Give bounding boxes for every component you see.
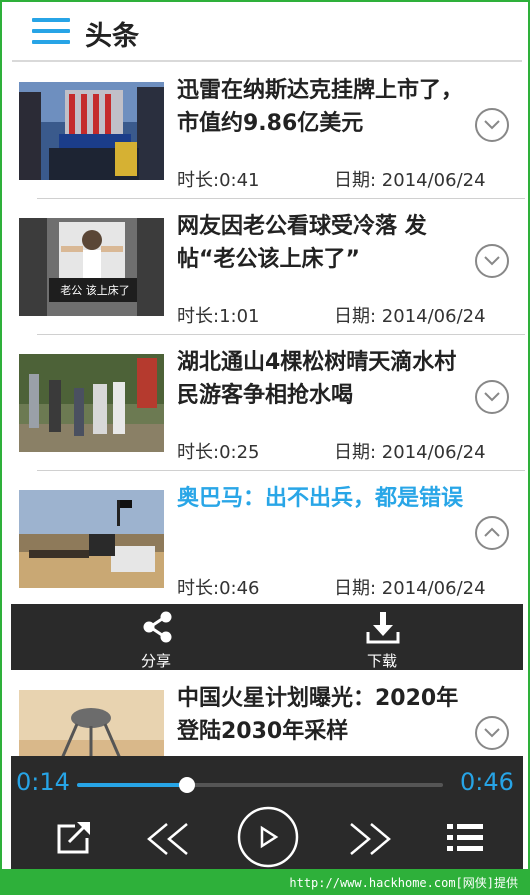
rewind-icon <box>147 823 188 855</box>
playlist-button[interactable] <box>445 822 485 858</box>
news-date: 日期: 2014/06/24 <box>334 442 486 463</box>
news-thumbnail[interactable] <box>19 82 164 180</box>
seek-handle[interactable] <box>178 777 195 793</box>
collapse-chevron-up-icon[interactable] <box>475 516 509 550</box>
download-label: 下载 <box>366 652 397 670</box>
hamburger-menu-icon[interactable] <box>32 18 70 44</box>
news-duration: 时长:1:01 <box>177 306 260 327</box>
news-thumbnail[interactable] <box>19 490 164 588</box>
seek-progress <box>77 783 187 787</box>
news-title[interactable]: 迅雷在纳斯达克挂牌上市了，市值约9.86亿美元 <box>177 74 472 140</box>
download-button[interactable]: 下载 <box>337 608 427 670</box>
news-thumbnail[interactable]: 老公 该上床了 <box>19 218 164 316</box>
news-duration: 时长:0:46 <box>177 578 260 599</box>
news-item[interactable]: 迅雷在纳斯达克挂牌上市了，市值约9.86亿美元 时长:0:41 日期: 2014… <box>2 62 528 192</box>
playlist-icon <box>447 824 483 851</box>
watermark-footer: http://www.hackhome.com[网侠]提供 <box>0 869 530 895</box>
top-bar: 头条 <box>2 2 528 60</box>
page-title: 头条 <box>85 21 139 52</box>
news-duration: 时长:0:25 <box>177 442 260 463</box>
news-duration: 时长:0:41 <box>177 170 260 191</box>
news-title[interactable]: 湖北通山4棵松树晴天滴水村民游客争相抢水喝 <box>177 346 472 412</box>
news-date: 日期: 2014/06/24 <box>334 578 486 599</box>
app-frame: 头条 迅雷在纳斯达克挂牌上市了，市值约9.86亿美元 时长:0:41 日期: 2… <box>2 2 528 869</box>
news-item[interactable]: 湖北通山4棵松树晴天滴水村民游客争相抢水喝 时长:0:25 日期: 2014/0… <box>2 334 528 464</box>
news-item[interactable]: 老公 该上床了 网友因老公看球受冷落 发帖“老公该上床了” 时长:1:01 日期… <box>2 198 528 328</box>
news-date: 日期: 2014/06/24 <box>334 170 486 191</box>
current-time: 0:14 <box>16 768 70 796</box>
news-item-active[interactable]: 奥巴马：出不出兵，都是错误 时长:0:46 日期: 2014/06/24 <box>2 470 528 600</box>
expand-chevron-down-icon[interactable] <box>475 380 509 414</box>
thumbnail-caption: 老公 该上床了 <box>60 284 130 297</box>
fast-forward-button[interactable] <box>347 822 393 860</box>
external-share-button[interactable] <box>55 820 93 860</box>
play-icon <box>237 806 299 868</box>
share-icon <box>143 611 172 643</box>
news-title-active[interactable]: 奥巴马：出不出兵，都是错误 <box>177 482 472 515</box>
expand-chevron-down-icon[interactable] <box>475 108 509 142</box>
fast-forward-icon <box>350 823 391 855</box>
rewind-button[interactable] <box>145 822 191 860</box>
download-icon <box>366 612 400 644</box>
item-action-bar: 分享 下载 <box>11 604 523 670</box>
news-date: 日期: 2014/06/24 <box>334 306 486 327</box>
seek-bar[interactable] <box>77 777 443 793</box>
expand-chevron-down-icon[interactable] <box>475 716 509 750</box>
media-player-bar: 0:14 0:46 <box>11 756 523 869</box>
news-thumbnail[interactable] <box>19 354 164 452</box>
share-external-icon <box>57 822 90 854</box>
share-button[interactable]: 分享 <box>111 608 201 670</box>
share-label: 分享 <box>140 652 171 670</box>
expand-chevron-down-icon[interactable] <box>475 244 509 278</box>
watermark-text: http://www.hackhome.com[网侠]提供 <box>289 876 518 890</box>
news-title[interactable]: 网友因老公看球受冷落 发帖“老公该上床了” <box>177 210 472 276</box>
news-title[interactable]: 中国火星计划曝光：2020年登陆2030年采样 <box>177 682 472 748</box>
play-button[interactable] <box>237 806 299 869</box>
total-time: 0:46 <box>460 768 514 796</box>
